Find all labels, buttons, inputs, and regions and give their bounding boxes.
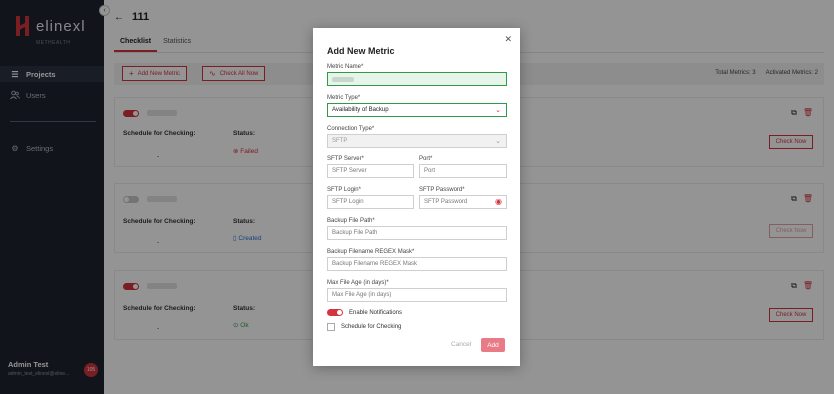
schedule-checking-label: Schedule for Checking [341, 324, 402, 330]
max-file-age-label: Max File Age (in days)* [327, 280, 389, 286]
sftp-password-placeholder: SFTP Password [424, 199, 468, 205]
port-label: Port* [419, 156, 433, 162]
modal-title: Add New Metric [327, 46, 395, 56]
max-file-age-input[interactable]: Max File Age (in days) [327, 288, 507, 302]
connection-type-select[interactable]: SFTP ⌄ [327, 134, 507, 148]
sftp-login-placeholder: SFTP Login [332, 199, 364, 205]
sftp-password-input[interactable]: SFTP Password ◉ [419, 195, 507, 209]
metric-type-select[interactable]: Availability of Backup ⌄ [327, 103, 507, 117]
cancel-button[interactable]: Cancel [451, 341, 471, 348]
backup-path-label: Backup File Path* [327, 218, 375, 224]
metric-name-input[interactable] [327, 72, 507, 86]
chevron-down-icon: ⌄ [495, 138, 501, 145]
enable-notifications-label: Enable Notifications [349, 309, 403, 316]
regex-mask-placeholder: Backup Filename REGEX Mask [332, 261, 418, 267]
connection-type-label: Connection Type* [327, 126, 375, 132]
metric-type-value: Availability of Backup [332, 107, 389, 113]
schedule-checking-row[interactable]: Schedule for Checking [327, 323, 401, 331]
metric-name-label: Metric Name* [327, 64, 364, 70]
sftp-login-label: SFTP Login* [327, 187, 361, 193]
close-icon[interactable]: ✕ [504, 34, 512, 45]
eye-icon[interactable]: ◉ [495, 197, 502, 206]
port-placeholder: Port [424, 168, 436, 174]
schedule-checking-checkbox[interactable] [327, 323, 335, 331]
sftp-server-placeholder: SFTP Server [332, 168, 367, 174]
backup-path-placeholder: Backup File Path [332, 230, 378, 236]
sftp-login-input[interactable]: SFTP Login [327, 195, 414, 209]
add-new-metric-modal: ✕ Add New Metric Metric Name* Metric Typ… [313, 28, 520, 366]
sftp-server-label: SFTP Server* [327, 156, 364, 162]
enable-notifications-row[interactable]: Enable Notifications [327, 309, 402, 316]
regex-mask-input[interactable]: Backup Filename REGEX Mask [327, 257, 507, 271]
enable-notifications-toggle[interactable] [327, 309, 343, 316]
chevron-down-icon: ⌄ [495, 107, 501, 114]
backup-path-input[interactable]: Backup File Path [327, 226, 507, 240]
port-input[interactable]: Port [419, 164, 507, 178]
metric-name-value-redacted [332, 76, 354, 82]
regex-mask-label: Backup Filename REGEX Mask* [327, 249, 415, 255]
connection-type-value: SFTP [332, 138, 348, 144]
sftp-password-label: SFTP Password* [419, 187, 465, 193]
metric-type-label: Metric Type* [327, 95, 361, 101]
sftp-server-input[interactable]: SFTP Server [327, 164, 414, 178]
add-button[interactable]: Add [481, 338, 505, 352]
max-file-age-placeholder: Max File Age (in days) [332, 292, 392, 298]
